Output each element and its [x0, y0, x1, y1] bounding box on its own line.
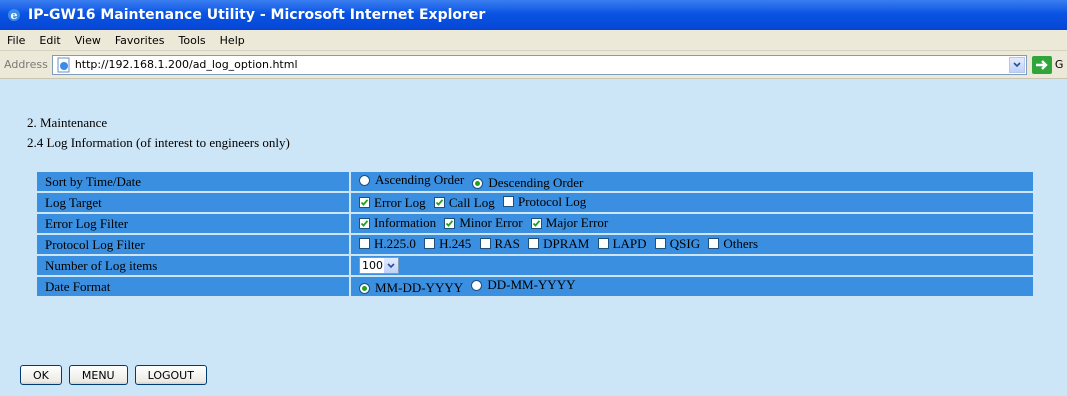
- menu-file[interactable]: File: [0, 34, 32, 47]
- log-options-table: Sort by Time/Date Ascending Order Descen…: [35, 170, 1035, 298]
- menu-button[interactable]: MENU: [68, 365, 128, 385]
- checkbox-dpram[interactable]: [528, 238, 540, 250]
- checkbox-ras[interactable]: [479, 238, 491, 250]
- call-log-label: Call Log: [448, 194, 495, 210]
- menu-tools[interactable]: Tools: [172, 34, 213, 47]
- protocol-filter-controls: H.225.0 H.245 RAS DPRAM LAPD QSIG Others: [351, 235, 1033, 254]
- row-protocol-filter: Protocol Log Filter H.225.0 H.245 RAS DP…: [37, 235, 1033, 254]
- h245-label: H.245: [439, 235, 472, 251]
- error-log-label: Error Log: [374, 194, 426, 210]
- go-button[interactable]: [1031, 55, 1053, 75]
- radio-descending[interactable]: [472, 177, 484, 189]
- row-num-items: Number of Log items 100: [37, 256, 1033, 275]
- ras-label: RAS: [494, 235, 520, 251]
- num-items-select[interactable]: 100: [359, 257, 399, 275]
- window-title: IP-GW16 Maintenance Utility - Microsoft …: [28, 7, 486, 23]
- checkbox-information[interactable]: [359, 217, 370, 229]
- log-target-label: Log Target: [37, 193, 349, 212]
- checkbox-lapd[interactable]: [597, 238, 609, 250]
- checkbox-major-error[interactable]: [530, 217, 542, 229]
- lapd-label: LAPD: [612, 235, 647, 251]
- radio-ascending[interactable]: [359, 174, 370, 186]
- radio-dd-mm-yyyy[interactable]: [471, 279, 483, 291]
- ascending-label: Ascending Order: [375, 172, 465, 187]
- checkbox-others[interactable]: [708, 238, 720, 250]
- address-bar: Address http://192.168.1.200/ad_log_opti…: [0, 51, 1067, 79]
- logout-button[interactable]: LOGOUT: [134, 365, 207, 385]
- major-error-label: Major Error: [545, 215, 609, 231]
- qsig-label: QSIG: [669, 235, 701, 251]
- row-date-format: Date Format MM-DD-YYYY DD-MM-YYYY: [37, 277, 1033, 296]
- radio-mm-dd-yyyy[interactable]: [359, 282, 370, 294]
- others-label: Others: [723, 235, 759, 251]
- address-label: Address: [4, 58, 48, 71]
- checkbox-call-log[interactable]: [433, 197, 445, 209]
- num-items-controls: 100: [351, 256, 1033, 275]
- address-input[interactable]: http://192.168.1.200/ad_log_option.html: [51, 54, 1027, 75]
- button-bar: OK MENU LOGOUT: [20, 365, 207, 385]
- menu-view[interactable]: View: [68, 34, 108, 47]
- checkbox-protocol-log[interactable]: [502, 196, 514, 208]
- ie-icon: e: [8, 9, 20, 22]
- row-sort: Sort by Time/Date Ascending Order Descen…: [37, 172, 1033, 191]
- menu-edit[interactable]: Edit: [32, 34, 67, 47]
- checkbox-error-log[interactable]: [359, 197, 370, 209]
- row-error-filter: Error Log Filter Information Minor Error…: [37, 214, 1033, 233]
- row-log-target: Log Target Error Log Call Log Protocol L…: [37, 193, 1033, 212]
- window-titlebar: e IP-GW16 Maintenance Utility - Microsof…: [0, 0, 1067, 30]
- dpram-label: DPRAM: [543, 235, 590, 251]
- menu-favorites[interactable]: Favorites: [108, 34, 172, 47]
- information-label: Information: [374, 215, 437, 231]
- ok-button[interactable]: OK: [20, 365, 62, 385]
- dd-mm-yyyy-label: DD-MM-YYYY: [487, 277, 576, 292]
- minor-error-label: Minor Error: [459, 215, 523, 231]
- chevron-down-icon[interactable]: [1008, 56, 1025, 73]
- chevron-down-icon: [384, 258, 398, 274]
- menu-help[interactable]: Help: [213, 34, 252, 47]
- ie-page-icon: [57, 57, 70, 72]
- num-items-label: Number of Log items: [37, 256, 349, 275]
- protocol-filter-label: Protocol Log Filter: [37, 235, 349, 254]
- error-filter-label: Error Log Filter: [37, 214, 349, 233]
- go-label: G: [1054, 58, 1064, 71]
- checkbox-h225[interactable]: [359, 238, 370, 250]
- address-url: http://192.168.1.200/ad_log_option.html: [74, 58, 298, 71]
- checkbox-qsig[interactable]: [654, 238, 666, 250]
- log-target-controls: Error Log Call Log Protocol Log: [351, 193, 1033, 212]
- subsection-title: 2.4 Log Information (of interest to engi…: [27, 135, 290, 150]
- date-format-label: Date Format: [37, 277, 349, 296]
- error-filter-controls: Information Minor Error Major Error: [351, 214, 1033, 233]
- checkbox-minor-error[interactable]: [444, 217, 456, 229]
- go-arrow-icon: [1031, 55, 1052, 74]
- sort-controls: Ascending Order Descending Order: [351, 172, 1033, 191]
- menu-bar: File Edit View Favorites Tools Help: [0, 30, 1067, 51]
- mm-dd-yyyy-label: MM-DD-YYYY: [375, 280, 464, 295]
- num-items-value: 100: [362, 259, 383, 273]
- svg-text:e: e: [11, 9, 18, 22]
- sort-label: Sort by Time/Date: [37, 172, 349, 191]
- checkbox-h245[interactable]: [424, 238, 436, 250]
- section-title: 2. Maintenance: [27, 115, 108, 130]
- date-format-controls: MM-DD-YYYY DD-MM-YYYY: [351, 277, 1033, 296]
- protocol-log-label: Protocol Log: [517, 193, 587, 209]
- page-content: 2. Maintenance 2.4 Log Information (of i…: [0, 79, 1067, 396]
- h225-label: H.225.0: [374, 235, 416, 251]
- descending-label: Descending Order: [488, 175, 584, 190]
